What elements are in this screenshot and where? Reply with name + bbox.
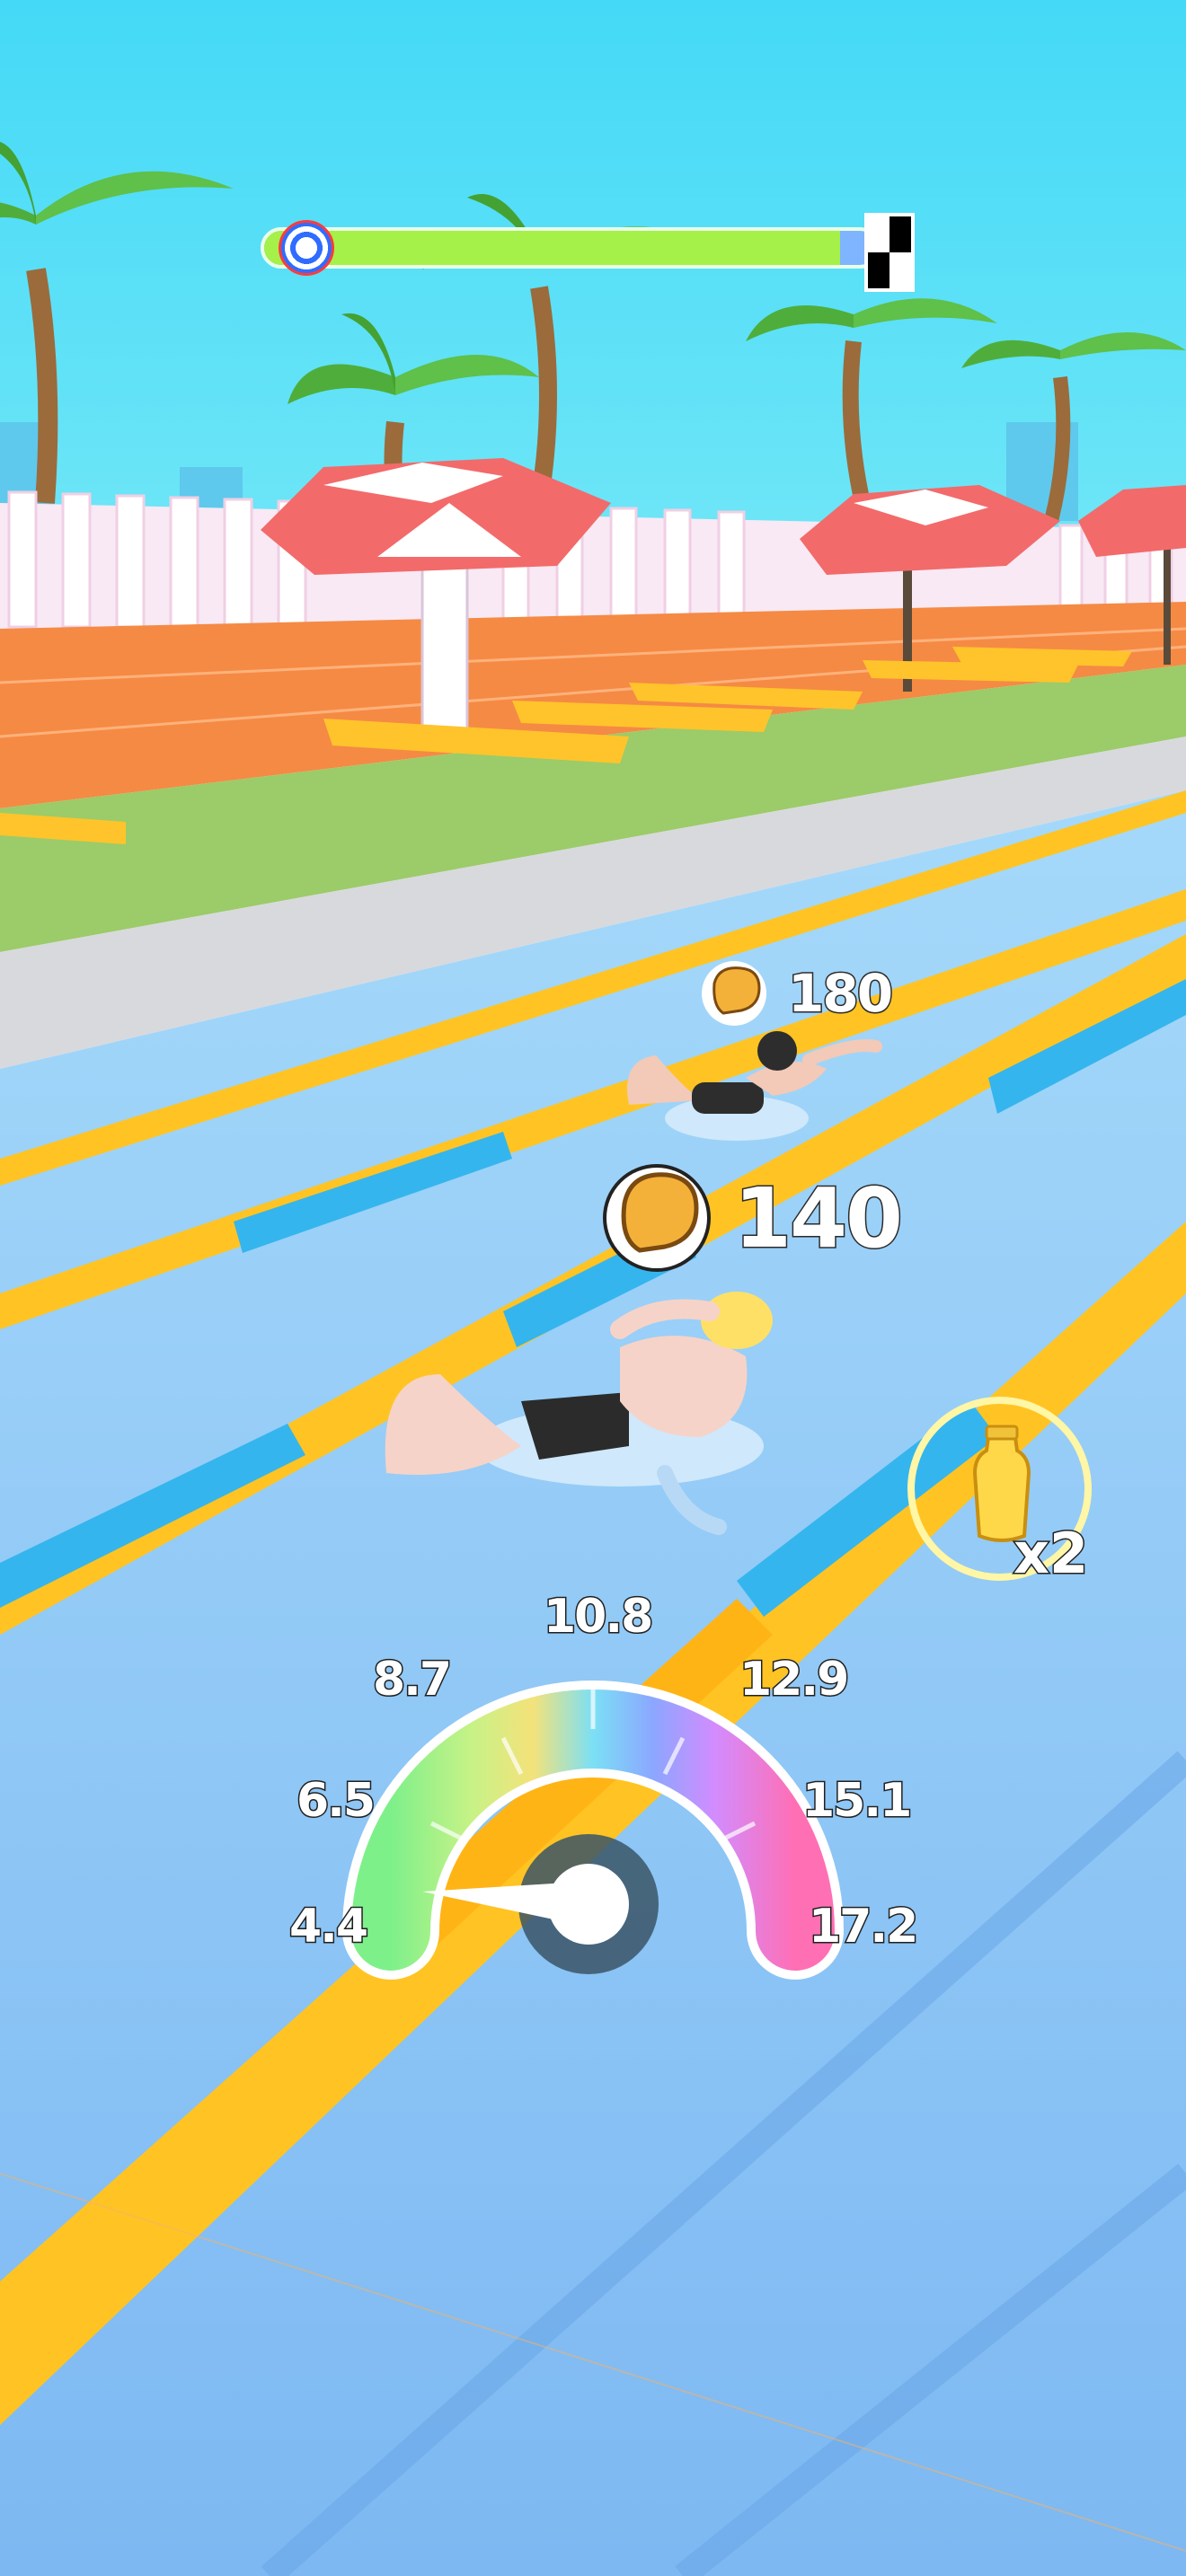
powerup-multiplier: x2 <box>1012 1520 1089 1588</box>
player-power-badge: 140 <box>597 1159 904 1277</box>
race-progress-bar <box>261 213 925 292</box>
speedometer-hub <box>548 1864 629 1945</box>
speed-tick-label: 17.2 <box>807 1899 919 1955</box>
progress-track <box>261 227 881 269</box>
progress-fill <box>264 231 841 265</box>
speed-tick-label: 10.8 <box>542 1589 654 1645</box>
game-scene <box>0 0 1186 2576</box>
opponent-power-value: 180 <box>786 962 894 1026</box>
energy-drink-powerup[interactable]: x2 <box>907 1397 1092 1588</box>
opponent-power-badge: 180 <box>696 957 894 1030</box>
speed-tick-label: 6.5 <box>295 1773 376 1830</box>
speed-tick-label: 4.4 <box>288 1899 369 1955</box>
speed-tick-label: 8.7 <box>371 1652 453 1708</box>
speed-tick-label: 15.1 <box>801 1773 913 1830</box>
player-position-marker <box>279 220 334 276</box>
speed-tick-label: 12.9 <box>738 1652 850 1708</box>
player-power-value: 140 <box>732 1169 904 1267</box>
finish-flag-icon <box>864 213 915 292</box>
